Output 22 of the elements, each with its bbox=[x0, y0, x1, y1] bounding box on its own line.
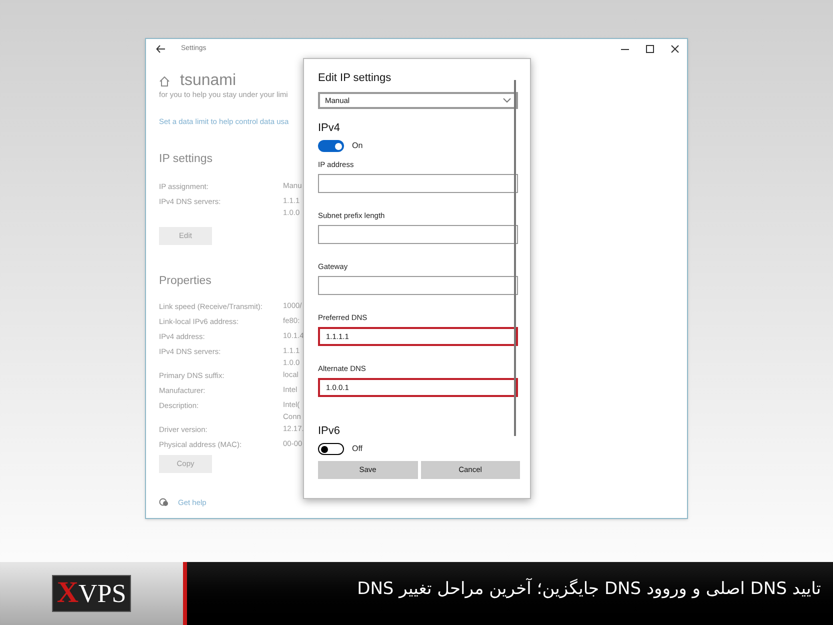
help-chat-icon[interactable] bbox=[159, 498, 169, 507]
close-icon[interactable] bbox=[671, 45, 679, 53]
logo: XVPS bbox=[52, 575, 132, 612]
toggle-label: Off bbox=[352, 443, 363, 455]
maximize-icon[interactable] bbox=[646, 45, 654, 53]
page-title: tsunami bbox=[180, 72, 236, 90]
ipv-toggle[interactable] bbox=[318, 443, 344, 455]
text-input-field[interactable] bbox=[318, 225, 518, 244]
ipv-toggle[interactable] bbox=[318, 140, 344, 152]
back-arrow-icon[interactable] bbox=[156, 45, 165, 53]
home-icon[interactable] bbox=[159, 76, 170, 86]
scrollbar[interactable] bbox=[514, 80, 516, 436]
text-input-field[interactable] bbox=[318, 276, 518, 295]
section-heading: IPv6 bbox=[318, 425, 342, 438]
section-heading: Properties bbox=[159, 274, 212, 288]
section-heading: IPv4 bbox=[318, 122, 342, 135]
section-heading: IP settings bbox=[159, 152, 212, 168]
dialog-title: Edit IP settings bbox=[318, 72, 392, 84]
chevron-down-icon bbox=[503, 98, 511, 103]
banner-caption: تایید DNS اصلی و وروود DNS جایگزین؛ آخرین مراحل تغییر DNS bbox=[357, 577, 821, 601]
text-input-field[interactable] bbox=[318, 174, 518, 193]
toggle-label: On bbox=[352, 140, 363, 152]
